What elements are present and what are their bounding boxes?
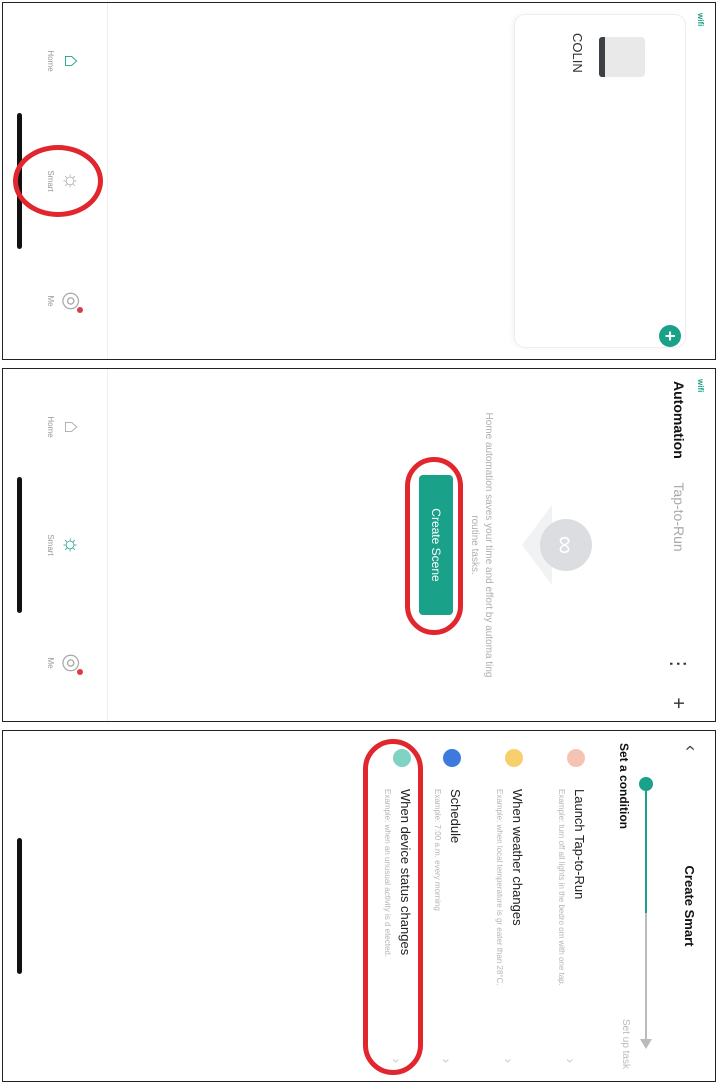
empty-message: Home automation saves your time and effo… <box>469 412 494 678</box>
home-indicator <box>17 477 22 613</box>
nav-home-label: Home <box>46 416 55 438</box>
more-icon[interactable]: ⋮ <box>667 654 689 674</box>
condition-desc: Example: 7:00 a.m. every morning <box>433 789 442 911</box>
header: ‹ Create Smart <box>671 731 701 1081</box>
nav-smart-label: Smart <box>46 534 55 556</box>
notification-dot <box>77 669 83 675</box>
sun-icon: ☼ <box>60 534 85 556</box>
condition-title: Schedule <box>448 789 463 844</box>
status-bar: wifi <box>696 379 705 393</box>
hand-tap-icon <box>567 749 585 767</box>
condition-item[interactable]: When weather changes Example: when local… <box>465 749 525 1063</box>
nav-home-label: Home <box>46 50 55 72</box>
home-icon: ⌂ <box>60 54 85 68</box>
screenshot-smart-tab: wifi Automation Tap-to-Run ⋮ + ∞ Home au… <box>2 368 716 722</box>
add-icon[interactable]: + <box>667 697 689 709</box>
step-label-task: Set up task <box>620 1018 631 1069</box>
smart-screen: wifi Automation Tap-to-Run ⋮ + ∞ Home au… <box>3 369 715 721</box>
nav-home[interactable]: ⌂ Home <box>46 397 85 457</box>
progress-fill <box>645 783 647 913</box>
nav-me[interactable]: ◎ Me <box>46 271 85 331</box>
nav-home[interactable]: ⌂ Home <box>46 31 85 91</box>
condition-item[interactable]: Launch Tap-to-Run Example: turn off all … <box>527 749 587 1063</box>
condition-desc: Example: when local temperature is gr ea… <box>495 789 504 986</box>
empty-illustration: ∞ <box>522 501 610 589</box>
condition-desc: Example: turn off all lights in the bedr… <box>557 789 566 986</box>
condition-title: Launch Tap-to-Run <box>572 789 587 900</box>
device-card[interactable]: COLIN <box>515 15 685 347</box>
page-title: Create Smart <box>682 865 697 947</box>
screenshot-create-smart: ‹ Create Smart Set a condition Set up ta… <box>2 730 716 1082</box>
nav-smart[interactable]: ☼ Smart <box>46 515 85 575</box>
tab-tap-to-run[interactable]: Tap-to-Run <box>671 482 687 551</box>
chevron-right-icon: › <box>501 1058 517 1063</box>
device-thumbnail <box>599 37 645 77</box>
condition-title: When weather changes <box>510 789 525 926</box>
status-bar: wifi <box>696 13 705 27</box>
chevron-right-icon: › <box>563 1058 579 1063</box>
highlight-smart-tab <box>13 145 103 217</box>
smart-tabs: Automation Tap-to-Run <box>671 381 687 552</box>
notification-dot <box>77 307 83 313</box>
top-actions: ⋮ + <box>666 636 691 709</box>
home-indicator <box>17 838 22 974</box>
progress-current-dot <box>639 777 653 791</box>
profile-icon: ◎ <box>60 291 85 311</box>
highlight-device-status <box>363 739 423 1075</box>
clock-icon <box>443 749 461 767</box>
bottom-nav: ⌂ Home ☼ Smart ◎ Me <box>3 369 108 721</box>
device-name: COLIN <box>570 33 585 73</box>
sun-icon <box>505 749 523 767</box>
create-smart-screen: ‹ Create Smart Set a condition Set up ta… <box>3 731 715 1081</box>
profile-icon: ◎ <box>60 653 85 673</box>
nav-me-label: Me <box>46 295 55 307</box>
link-icon: ∞ <box>540 519 592 571</box>
highlight-create-scene <box>405 457 463 635</box>
nav-me[interactable]: ◎ Me <box>46 633 85 693</box>
add-device-button[interactable]: + <box>659 325 681 347</box>
step-label-condition: Set a condition <box>617 743 631 830</box>
chevron-right-icon: › <box>439 1058 455 1063</box>
nav-me-label: Me <box>46 657 55 669</box>
tab-automation[interactable]: Automation <box>671 381 687 459</box>
home-icon: ⌂ <box>60 420 85 434</box>
screenshot-home-tab: wifi COLIN + ⌂ Home ☼ Smart ◎ Me <box>2 2 716 360</box>
home-screen: wifi COLIN + ⌂ Home ☼ Smart ◎ Me <box>3 3 715 359</box>
progress-arrow-icon <box>640 1039 652 1049</box>
